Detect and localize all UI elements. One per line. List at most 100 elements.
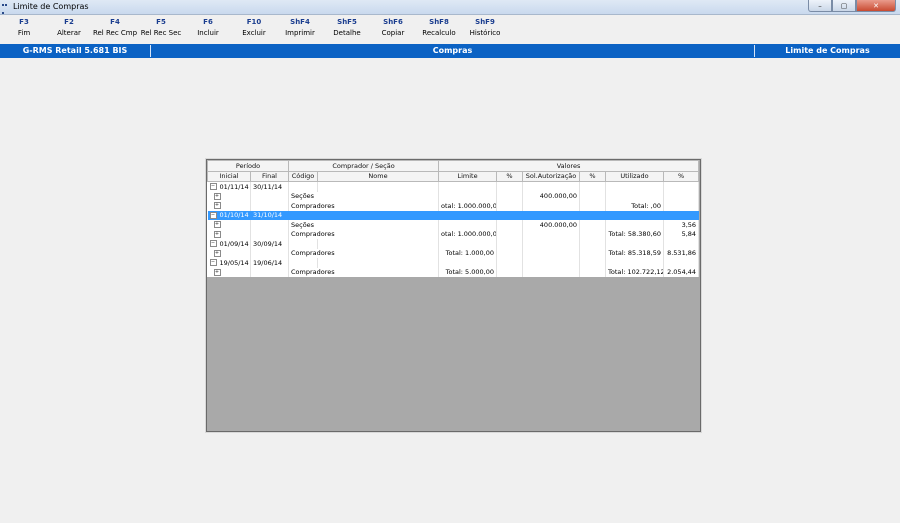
limit-value: Total: 5.000,00 — [438, 267, 498, 277]
app-icon — [2, 4, 10, 14]
column-header-final[interactable]: Final — [250, 170, 289, 182]
toolbar-button-excluir[interactable]: F10 Excluir — [229, 18, 279, 39]
column-header-limite-pct[interactable]: % — [496, 170, 524, 182]
buyer-section-code: Compradores — [288, 201, 440, 211]
title-bar: Limite de Compras – ▢ ✕ — [0, 0, 900, 15]
screen-title: Limite de Compras — [785, 46, 870, 55]
used-pct: 5,84 — [663, 229, 700, 239]
toolbar-label: Fim — [17, 29, 31, 37]
period-end: 31/10/14 — [250, 210, 289, 220]
toolbar-button-historico[interactable]: ShF9 Histórico — [460, 18, 510, 39]
period-row-selected[interactable]: −01/10/14 31/10/14 — [207, 210, 700, 220]
toolbar: F3 Fim F2 Alterar F4 Rel Rec Cmp F5 Rel Rec … — [0, 15, 900, 43]
tree-child-row[interactable]: + Compradores Total: 5.000,00 Total: 102… — [207, 267, 700, 277]
toolbar-key: F6 — [203, 18, 213, 26]
used-value: Total: 85.318,59 — [605, 248, 665, 258]
toolbar-label: Alterar — [57, 29, 81, 37]
toolbar-label: Incluir — [197, 29, 219, 37]
toolbar-key: ShF6 — [383, 18, 403, 26]
column-header-utilizado[interactable]: Utilizado — [605, 170, 665, 182]
toolbar-key: ShF9 — [475, 18, 495, 26]
toolbar-button-rel-rec-sec[interactable]: F5 Rel Rec Sec — [136, 18, 186, 39]
toolbar-button-fim[interactable]: F3 Fim — [0, 18, 49, 39]
group-header-valores: Valores — [438, 160, 700, 172]
column-header-utilizado-pct[interactable]: % — [663, 170, 700, 182]
buyer-section-code: Compradores — [288, 267, 440, 277]
toolbar-button-alterar[interactable]: F2 Alterar — [44, 18, 94, 39]
toolbar-button-rel-rec-cmp[interactable]: F4 Rel Rec Cmp — [90, 18, 140, 39]
used-pct: 3,56 — [663, 220, 700, 230]
expand-icon[interactable]: + — [213, 192, 221, 200]
expand-icon[interactable]: + — [213, 202, 221, 210]
limit-value — [438, 191, 498, 201]
authorization-value: 400.000,00 — [522, 191, 581, 201]
period-start: 01/10/14 — [219, 211, 249, 220]
toolbar-key: F2 — [64, 18, 74, 26]
collapse-icon[interactable]: − — [209, 183, 217, 191]
maximize-button[interactable]: ▢ — [832, 0, 856, 12]
period-end: 30/09/14 — [250, 239, 289, 249]
toolbar-label: Rel Rec Cmp — [92, 29, 138, 37]
authorization-value — [522, 201, 581, 211]
used-value: Total: 102.722,12 — [605, 267, 665, 277]
tree-child-row[interactable]: + Compradores otal: 1.000.000,00 Total: … — [207, 229, 700, 239]
toolbar-label: Recalculo — [422, 29, 456, 37]
group-header-comprador: Comprador / Seção — [287, 160, 440, 172]
toolbar-label: Rel Rec Sec — [140, 29, 182, 37]
minimize-button[interactable]: – — [808, 0, 832, 12]
collapse-icon[interactable]: − — [209, 240, 217, 248]
toolbar-label: Histórico — [469, 29, 501, 37]
buyer-section-code: Seções — [288, 220, 440, 230]
group-header-periodo: Período — [207, 160, 289, 172]
used-value: Total: ,00 — [605, 201, 665, 211]
period-start: 01/11/14 — [219, 182, 249, 191]
toolbar-label: Copiar — [381, 29, 405, 37]
header-bar: G-RMS Retail 5.681 BIS Compras Limite de… — [0, 44, 900, 58]
toolbar-key: F3 — [19, 18, 29, 26]
column-header-codigo[interactable]: Código — [288, 170, 318, 182]
column-header-nome[interactable]: Nome — [316, 170, 440, 182]
tree-child-row[interactable]: + Seções 400.000,00 — [207, 191, 700, 201]
buyer-section-code: Compradores — [288, 229, 440, 239]
toolbar-button-incluir[interactable]: F6 Incluir — [183, 18, 233, 39]
expand-icon[interactable]: + — [213, 249, 221, 257]
window-controls: – ▢ ✕ — [808, 0, 896, 12]
toolbar-button-detalhe[interactable]: ShF5 Detalhe — [322, 18, 372, 39]
system-version: G-RMS Retail 5.681 BIS — [22, 46, 128, 55]
period-row[interactable]: −19/05/14 19/06/14 — [207, 258, 700, 268]
limit-value: otal: 1.000.000,00 — [438, 229, 498, 239]
used-value — [605, 220, 665, 230]
toolbar-key: F5 — [156, 18, 166, 26]
collapse-icon[interactable]: − — [209, 211, 217, 219]
used-value: Total: 58.380,60 — [605, 229, 665, 239]
expand-icon[interactable]: + — [213, 230, 221, 238]
tree-child-row[interactable]: + Seções 400.000,00 3,56 — [207, 220, 700, 230]
period-row[interactable]: −01/11/14 30/11/14 — [207, 181, 700, 192]
close-button[interactable]: ✕ — [856, 0, 896, 12]
window-title: Limite de Compras — [13, 2, 89, 11]
tree-child-row[interactable]: + Compradores Total: 1.000,00 Total: 85.… — [207, 248, 700, 258]
column-header-sol-autorizacao[interactable]: Sol.Autorização — [522, 170, 581, 182]
toolbar-button-imprimir[interactable]: ShF4 Imprimir — [275, 18, 325, 39]
expand-icon[interactable]: + — [213, 268, 221, 276]
toolbar-button-recalculo[interactable]: ShF8 Recalculo — [414, 18, 464, 39]
toolbar-key: F10 — [246, 18, 262, 26]
tree-child-row[interactable]: + Compradores otal: 1.000.000,00 Total: … — [207, 201, 700, 211]
period-end: 19/06/14 — [250, 258, 289, 268]
collapse-icon[interactable]: − — [209, 259, 217, 267]
toolbar-label: Imprimir — [285, 29, 315, 37]
period-start: 19/05/14 — [219, 258, 249, 267]
column-header-sol-pct[interactable]: % — [579, 170, 607, 182]
limit-value: Total: 1.000,00 — [438, 248, 498, 258]
authorization-value — [522, 248, 581, 258]
toolbar-button-copiar[interactable]: ShF6 Copiar — [368, 18, 418, 39]
period-row[interactable]: −01/09/14 30/09/14 — [207, 239, 700, 249]
column-header-inicial[interactable]: Inicial — [207, 170, 251, 182]
used-pct — [663, 191, 700, 201]
expand-icon[interactable]: + — [213, 221, 221, 229]
limits-grid: Período Comprador / Seção Valores Inicia… — [207, 160, 700, 277]
module-title: Compras — [432, 46, 473, 55]
toolbar-label: Detalhe — [333, 29, 361, 37]
toolbar-key: F4 — [110, 18, 120, 26]
column-header-limite[interactable]: Limite — [438, 170, 498, 182]
